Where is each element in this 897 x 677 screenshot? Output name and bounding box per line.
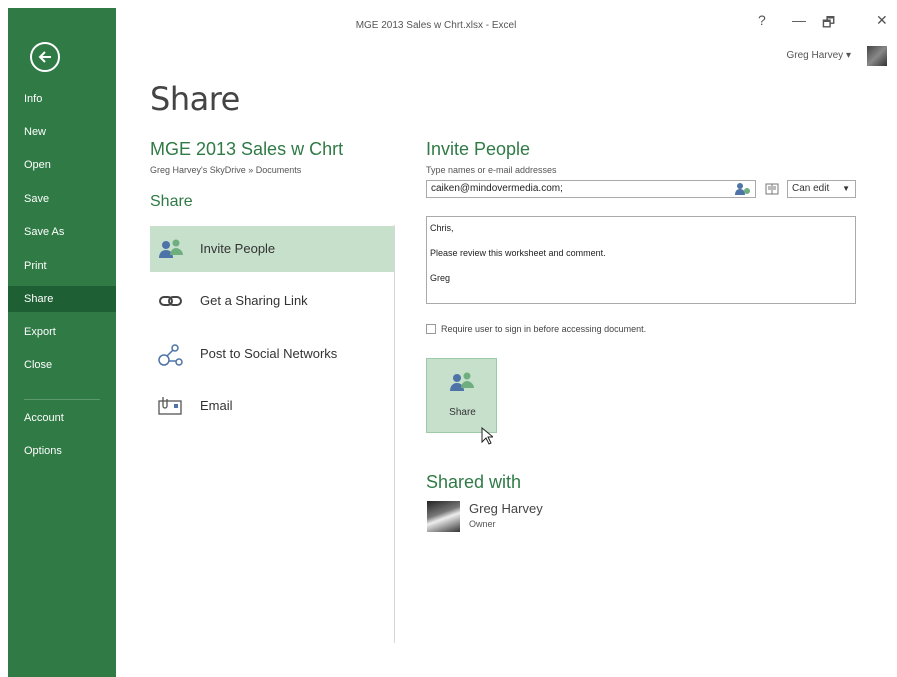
owner-name: Greg Harvey <box>469 501 543 516</box>
mouse-pointer-icon <box>481 426 495 450</box>
nav-item-save[interactable]: Save <box>8 186 116 212</box>
shared-with-title: Shared with <box>426 472 522 492</box>
chevron-down-icon: ▾ <box>845 50 851 61</box>
invite-title: Invite People <box>426 139 531 159</box>
nav-item-share[interactable]: Share <box>8 286 116 312</box>
document-path: Greg Harvey's SkyDrive » Documents <box>150 165 302 175</box>
message-line: Chris, <box>430 223 454 233</box>
nav-item-export[interactable]: Export <box>8 319 116 345</box>
message-textarea[interactable]: Chris, Please review this worksheet and … <box>426 216 856 304</box>
require-signin-label: Require user to sign in before accessing… <box>441 324 647 334</box>
avatar[interactable] <box>867 46 887 66</box>
share-option-label: Post to Social Networks <box>200 346 338 361</box>
nav-item-options[interactable]: Options <box>8 438 116 464</box>
close-button[interactable]: ✕ <box>876 12 888 29</box>
link-icon <box>158 290 182 312</box>
share-option-label: Email <box>200 398 233 413</box>
window-title: MGE 2013 Sales w Chrt.xlsx - Excel <box>355 20 517 31</box>
invite-hint: Type names or e-mail addresses <box>426 165 557 175</box>
permission-dropdown[interactable]: Can edit ▼ <box>787 180 856 198</box>
panel-divider <box>394 225 395 643</box>
email-icon <box>158 395 182 417</box>
nav-item-close[interactable]: Close <box>8 352 116 378</box>
back-arrow-icon[interactable] <box>30 42 60 72</box>
share-option-label: Get a Sharing Link <box>200 293 308 308</box>
share-button[interactable]: Share <box>426 358 497 433</box>
share-button-label: Share <box>449 407 476 418</box>
nav-divider <box>24 399 100 400</box>
invite-people-icon <box>449 371 475 398</box>
message-line: Please review this worksheet and comment… <box>430 248 606 258</box>
nav-item-print[interactable]: Print <box>8 253 116 279</box>
document-name: MGE 2013 Sales w Chrt <box>150 139 344 159</box>
page-title: Share <box>150 80 240 118</box>
share-option-label: Invite People <box>200 241 276 256</box>
share-option-social-networks[interactable]: Post to Social Networks <box>150 331 395 377</box>
message-line: Greg <box>430 273 451 283</box>
backstage-nav: Info New Open Save Save As Print Share E… <box>8 8 116 677</box>
address-book-icon[interactable] <box>765 182 779 200</box>
nav-item-save-as[interactable]: Save As <box>8 219 116 245</box>
share-heading: Share <box>150 193 193 210</box>
chevron-down-icon: ▼ <box>842 184 850 193</box>
avatar <box>427 501 460 532</box>
nav-item-account[interactable]: Account <box>8 405 116 431</box>
user-account[interactable]: Greg Harvey ▾ <box>787 50 852 61</box>
share-option-email[interactable]: Email <box>150 383 395 429</box>
check-names-icon[interactable] <box>735 182 751 201</box>
minimize-button[interactable]: — <box>792 12 806 28</box>
invite-people-icon <box>158 238 183 260</box>
nav-item-open[interactable]: Open <box>8 152 116 178</box>
permission-value: Can edit <box>792 183 830 194</box>
owner-role: Owner <box>469 519 496 529</box>
help-button[interactable]: ? <box>758 12 766 28</box>
share-option-invite-people[interactable]: Invite People <box>150 226 395 272</box>
user-name: Greg Harvey <box>786 50 844 61</box>
nav-item-new[interactable]: New <box>8 119 116 145</box>
share-option-sharing-link[interactable]: Get a Sharing Link <box>150 278 395 324</box>
social-networks-icon <box>158 343 183 366</box>
restore-button[interactable]: 🗗 <box>822 12 835 36</box>
nav-item-info[interactable]: Info <box>8 86 116 112</box>
require-signin-checkbox[interactable] <box>426 324 436 334</box>
email-field[interactable]: caiken@mindovermedia.com; <box>426 180 756 198</box>
